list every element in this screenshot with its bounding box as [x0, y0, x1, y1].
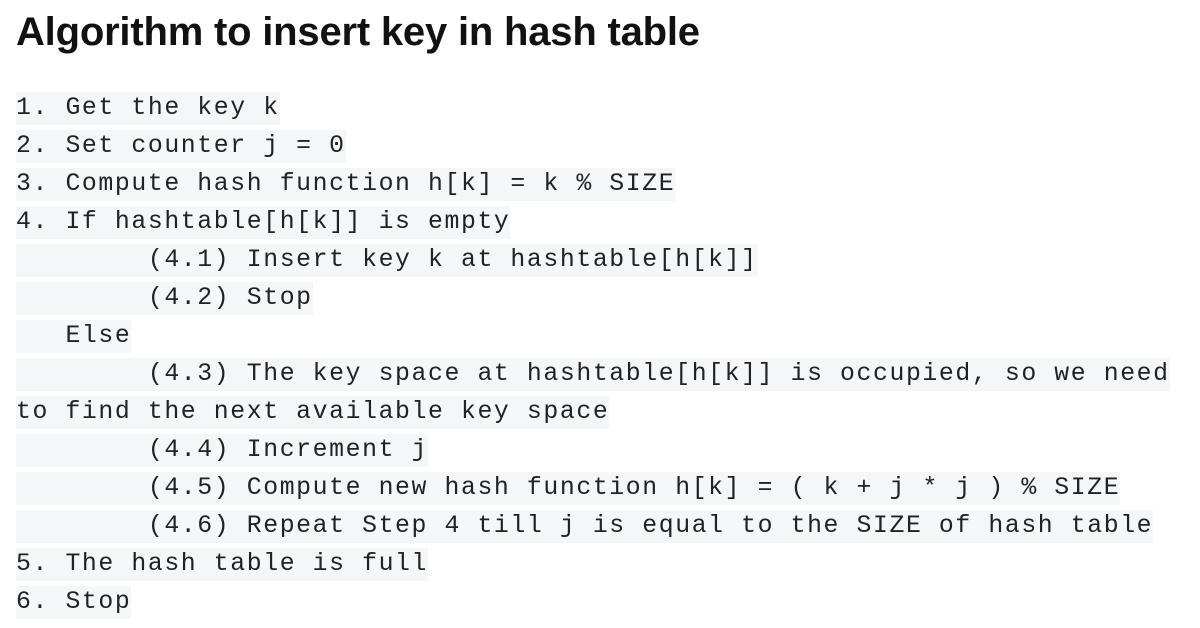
code-text: 6. Stop — [16, 586, 132, 619]
code-line-4-3: (4.3) The key space at hashtable[h[k]] i… — [16, 358, 1186, 396]
code-text: Else — [16, 320, 132, 353]
code-line-5: 5. The hash table is full — [16, 548, 1186, 586]
code-line-4-4: (4.4) Increment j — [16, 434, 1186, 472]
code-line-4-3-cont: to find the next available key space — [16, 396, 1186, 434]
code-text: 4. If hashtable[h[k]] is empty — [16, 206, 511, 239]
code-line-6: 6. Stop — [16, 586, 1186, 624]
code-line-1: 1. Get the key k — [16, 92, 1186, 130]
article: Algorithm to insert key in hash table 1.… — [16, 8, 1186, 624]
code-text: (4.3) The key space at hashtable[h[k]] i… — [16, 358, 1170, 391]
code-text: 3. Compute hash function h[k] = k % SIZE — [16, 168, 676, 201]
code-line-3: 3. Compute hash function h[k] = k % SIZE — [16, 168, 1186, 206]
code-text: 2. Set counter j = 0 — [16, 130, 346, 163]
code-text: (4.2) Stop — [16, 282, 313, 315]
page-title: Algorithm to insert key in hash table — [16, 10, 700, 54]
code-line-4-2: (4.2) Stop — [16, 282, 1186, 320]
code-text: (4.1) Insert key k at hashtable[h[k]] — [16, 244, 758, 277]
algorithm-code-block: 1. Get the key k 2. Set counter j = 0 3.… — [16, 92, 1186, 624]
code-text: (4.4) Increment j — [16, 434, 429, 467]
code-text: (4.6) Repeat Step 4 till j is equal to t… — [16, 510, 1154, 543]
code-line-4: 4. If hashtable[h[k]] is empty — [16, 206, 1186, 244]
code-line-else: Else — [16, 320, 1186, 358]
code-text: to find the next available key space — [16, 396, 610, 429]
code-line-2: 2. Set counter j = 0 — [16, 130, 1186, 168]
code-line-4-1: (4.1) Insert key k at hashtable[h[k]] — [16, 244, 1186, 282]
code-line-4-6: (4.6) Repeat Step 4 till j is equal to t… — [16, 510, 1186, 548]
code-text: 1. Get the key k — [16, 92, 280, 125]
code-line-4-5: (4.5) Compute new hash function h[k] = (… — [16, 472, 1186, 510]
code-text: 5. The hash table is full — [16, 548, 429, 581]
code-text: (4.5) Compute new hash function h[k] = (… — [16, 472, 1121, 505]
